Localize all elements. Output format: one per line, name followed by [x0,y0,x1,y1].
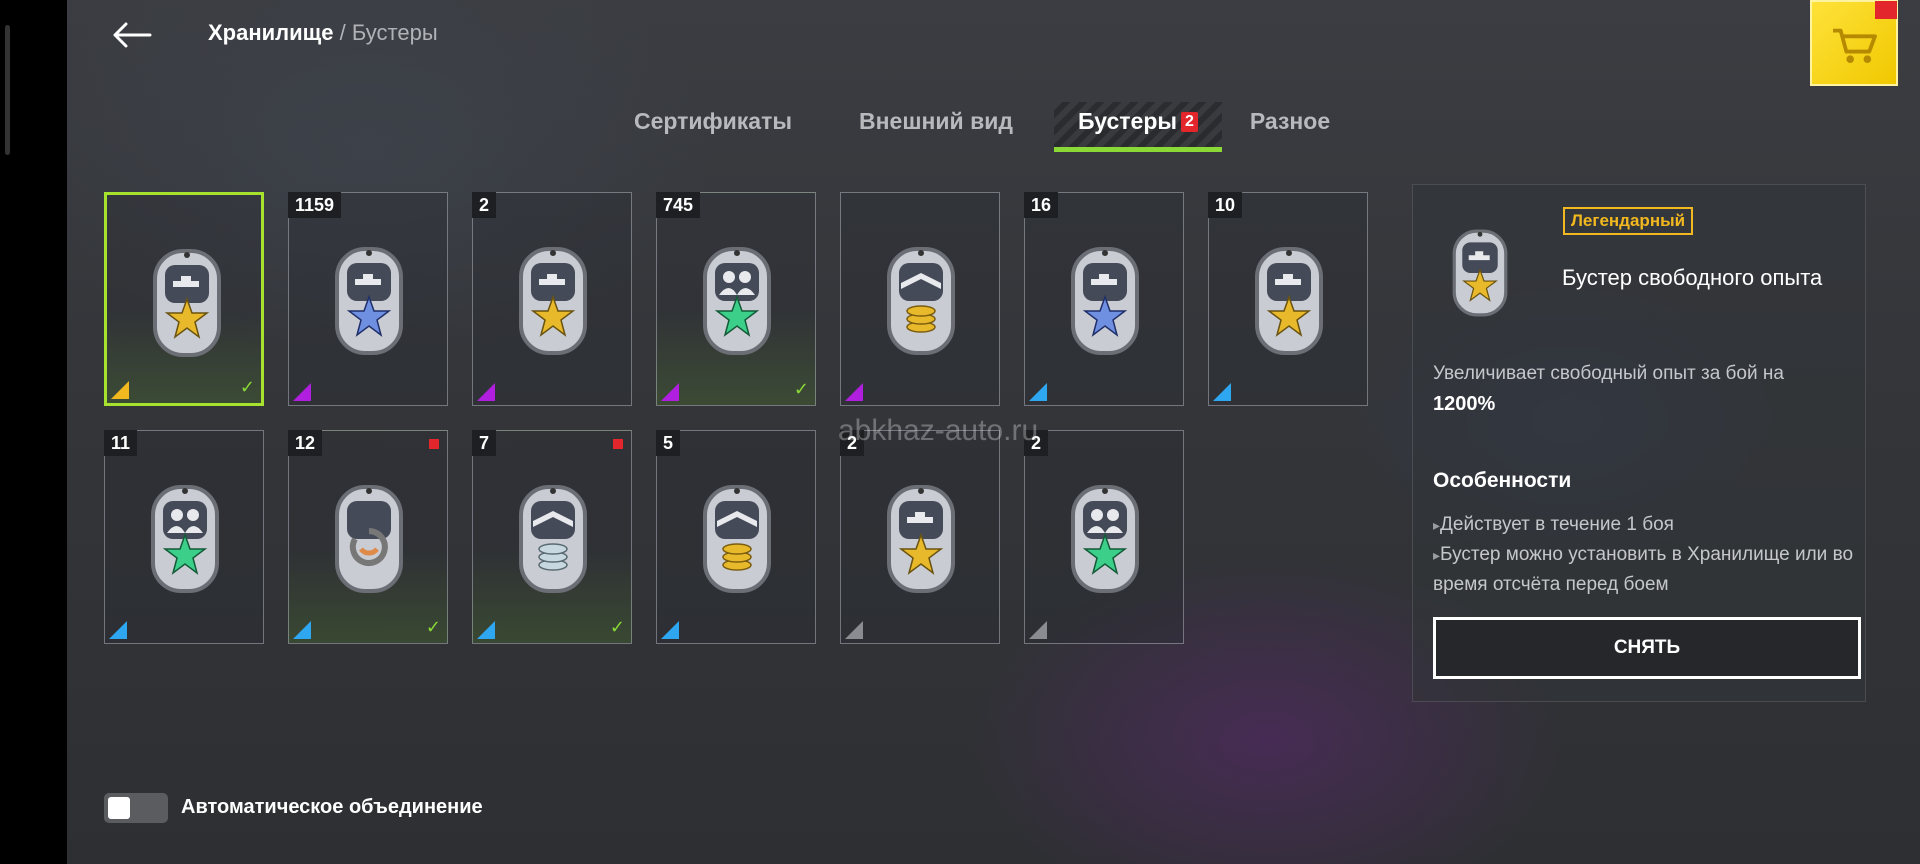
tank-star-gold-icon [1255,247,1323,355]
rarity-corner [661,621,679,639]
breadcrumb-separator: / [333,20,352,45]
tab-badge: 2 [1181,112,1198,132]
tab-label: Разное [1249,108,1331,134]
rarity-corner [1213,383,1231,401]
breadcrumb-root[interactable]: Хранилище [208,20,333,45]
crew-star-green-icon [703,247,771,355]
booster-card[interactable]: 7 ✓ [472,430,632,644]
checkmark-icon: ✓ [609,617,625,638]
tank-star-gold-icon [153,249,221,357]
credits-gold-icon [703,485,771,593]
booster-card[interactable]: 745 ✓ [656,192,816,406]
booster-count: 16 [1024,192,1059,218]
rarity-corner [109,621,127,639]
rarity-corner [293,383,311,401]
booster-details-panel: Легендарный Бустер свободного опыта Увел… [1412,184,1866,702]
booster-thumbnail-icon [1452,229,1508,317]
tab-label: Внешний вид [859,108,1013,134]
booster-value: 1200% [1433,393,1496,415]
rarity-corner [293,621,311,639]
booster-count: 11 [104,430,138,456]
tank-star-gold-icon [519,247,587,355]
booster-description: Увеличивает свободный опыт за бой на [1433,363,1784,384]
back-arrow-icon[interactable] [112,20,152,50]
rarity-corner [845,621,863,639]
booster-card[interactable]: ✓ [104,192,264,406]
rarity-corner [845,383,863,401]
tab-label: Бустеры [1078,108,1178,134]
booster-card[interactable]: 2 [1024,430,1184,644]
tab-label: Сертификаты [633,108,793,134]
remove-button[interactable]: СНЯТЬ [1433,617,1861,679]
booster-count: 2 [472,192,497,218]
booster-card[interactable]: 5 [656,430,816,644]
booster-card[interactable] [840,192,1000,406]
tab-appearance[interactable]: Внешний вид [836,102,1036,152]
checkmark-icon: ✓ [793,379,809,400]
gift-icon [1875,1,1897,19]
breadcrumb: Хранилище / Бустеры [208,20,438,46]
shop-button[interactable] [1810,0,1898,86]
booster-count: 5 [656,430,681,456]
booster-card[interactable]: 2 [840,430,1000,644]
booster-count: 7 [472,430,497,456]
new-indicator [613,439,623,449]
crew-star-green-icon [151,485,219,593]
tab-certificates[interactable]: Сертификаты [620,102,806,152]
crew-star-green-icon [1071,485,1139,593]
booster-card[interactable]: 1159 [288,192,448,406]
booster-card[interactable]: 11 [104,430,264,644]
booster-card[interactable]: 10 [1208,192,1368,406]
credits-silver-icon [519,485,587,593]
tank-star-blue-icon [335,247,403,355]
repair-orange-icon [335,485,403,593]
breadcrumb-current: Бустеры [351,20,438,45]
toggle-knob [108,797,130,819]
new-indicator [429,439,439,449]
rarity-corner [477,383,495,401]
tank-star-gold-icon [887,485,955,593]
rarity-corner [661,383,679,401]
booster-card[interactable]: 12 ✓ [288,430,448,644]
booster-count: 10 [1208,192,1243,218]
watermark-text: abkhaz-auto.ru [838,414,1039,447]
rarity-corner [1029,383,1047,401]
tank-star-blue-icon [1071,247,1139,355]
tab-misc[interactable]: Разное [1240,102,1340,152]
device-edge [5,25,10,155]
rarity-corner [477,621,495,639]
tab-boosters[interactable]: Бустеры 2 [1054,102,1222,152]
rarity-corner [1029,621,1047,639]
booster-count: 12 [288,430,323,456]
features-list: Действует в течение 1 боя Бустер можно у… [1433,510,1863,600]
booster-card[interactable]: 16 [1024,192,1184,406]
booster-name: Бустер свободного опыта [1562,265,1823,290]
feature-item: Действует в течение 1 боя [1433,510,1863,540]
features-title: Особенности [1433,469,1572,492]
auto-merge-label: Автоматическое объединение [181,796,483,818]
rarity-label: Легендарный [1563,207,1694,235]
auto-merge-toggle[interactable] [104,793,168,823]
credits-gold-icon [887,247,955,355]
checkmark-icon: ✓ [425,617,441,638]
booster-card[interactable]: 2 [472,192,632,406]
rarity-corner [111,381,129,399]
booster-count: 745 [656,192,701,218]
feature-item: Бустер можно установить в Хранилище или … [1433,540,1863,600]
booster-count: 1159 [288,192,342,218]
checkmark-icon: ✓ [239,377,255,398]
